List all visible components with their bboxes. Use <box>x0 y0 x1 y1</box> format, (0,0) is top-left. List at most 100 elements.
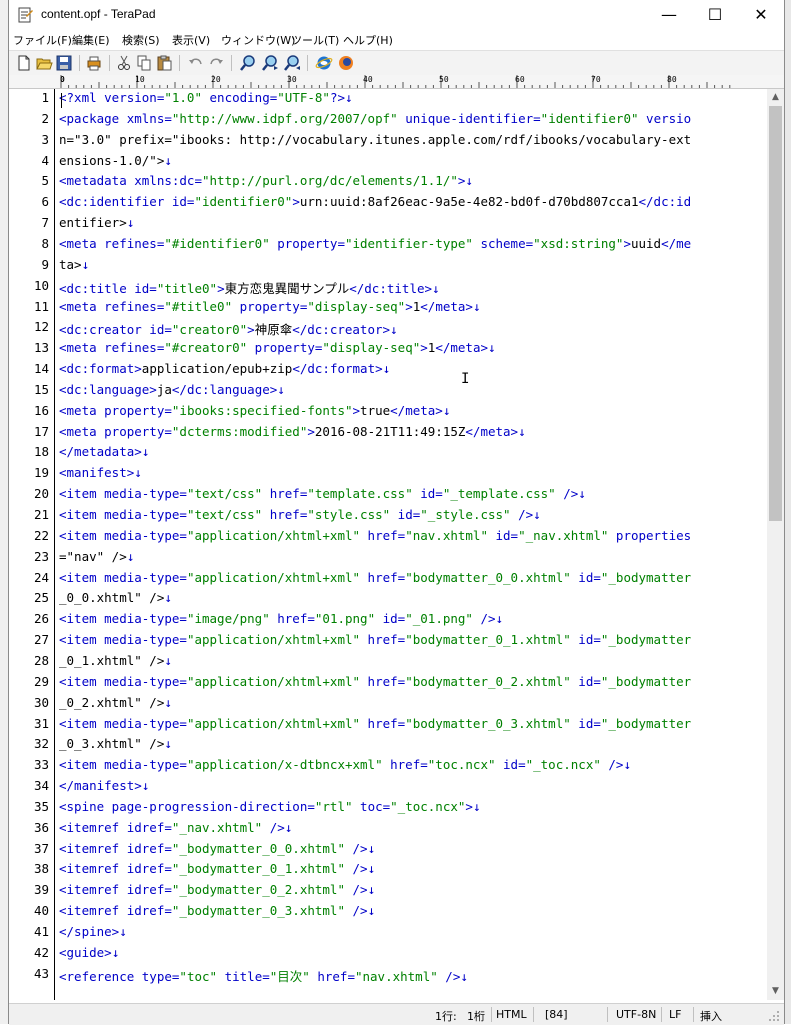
maximize-button[interactable]: ☐ <box>692 0 738 30</box>
ruler-ticks <box>60 75 731 88</box>
ruler-label: 70 <box>591 75 601 84</box>
code-line: <dc:title id="title0">東方恋鬼異聞サンプル</dc:tit… <box>59 280 440 296</box>
code-line: <item media-type="image/png" href="01.pn… <box>59 611 504 627</box>
code-line: <itemref idref="_bodymatter_0_3.xhtml" /… <box>59 903 376 919</box>
line-number: 17 <box>33 423 49 439</box>
line-number: 8 <box>41 235 49 251</box>
menu-help[interactable]: ヘルプ(H) <box>343 32 393 48</box>
cut-icon[interactable] <box>115 54 133 72</box>
menu-edit[interactable]: 編集(E) <box>72 32 110 48</box>
code-line: </metadata>↓ <box>59 444 150 460</box>
line-number: 37 <box>33 840 49 856</box>
code-line: <meta refines="#creator0" property="disp… <box>59 340 496 356</box>
line-number: 39 <box>33 882 49 898</box>
status-separator <box>533 1007 534 1022</box>
toolbar-separator <box>79 55 80 71</box>
browser-ie-icon[interactable] <box>315 54 333 72</box>
open-folder-icon[interactable] <box>35 54 53 72</box>
line-number: 28 <box>33 652 49 668</box>
code-line: <meta property="ibooks:specified-fonts">… <box>59 402 451 418</box>
code-line: <item media-type="application/xhtml+xml"… <box>59 527 692 543</box>
line-number: 11 <box>33 298 49 314</box>
status-separator <box>607 1007 608 1022</box>
line-number: 36 <box>33 819 49 835</box>
code-line: ="nav" />↓ <box>59 548 135 564</box>
menu-window[interactable]: ウィンドウ(W) <box>221 32 295 48</box>
code-line: <item media-type="application/xhtml+xml"… <box>59 632 692 648</box>
new-file-icon[interactable] <box>15 54 33 72</box>
status-encoding: UTF-8N <box>616 1008 657 1021</box>
find-prev-icon[interactable] <box>283 54 301 72</box>
line-number: 34 <box>33 778 49 794</box>
ruler-label: 20 <box>211 75 221 84</box>
code-line: <spine page-progression-direction="rtl" … <box>59 798 481 814</box>
copy-icon[interactable] <box>135 54 153 72</box>
line-number: 40 <box>33 903 49 919</box>
line-number: 26 <box>33 611 49 627</box>
status-bar: 1行: 1桁 HTML [84] UTF-8N LF 挿入 <box>9 1003 784 1025</box>
text-caret <box>61 93 62 108</box>
menu-file[interactable]: ファイル(F) <box>13 32 72 48</box>
gutter-divider <box>54 89 55 1000</box>
paste-icon[interactable] <box>155 54 173 72</box>
code-line: ta>↓ <box>59 256 90 272</box>
line-number: 14 <box>33 361 49 377</box>
text-editor[interactable]: 1 2 3 4 5 6 7 8 9 10 11 12 13 14 15 16 17 18 19 20 21 22 23 24 2… <box>9 89 767 1000</box>
menu-view[interactable]: 表示(V) <box>172 32 210 48</box>
code-line: <item media-type="text/css" href="style.… <box>59 507 541 522</box>
ruler-label: 80 <box>667 75 677 84</box>
line-number: 38 <box>33 861 49 877</box>
ruler-label: 40 <box>363 75 373 84</box>
line-number: 35 <box>33 798 49 814</box>
print-icon[interactable] <box>85 54 103 72</box>
code-line: <itemref idref="_nav.xhtml" />↓ <box>59 819 293 835</box>
line-number: 6 <box>41 194 49 210</box>
line-number: 4 <box>41 152 49 168</box>
ibeam-cursor-icon: I <box>461 371 470 387</box>
ruler-label: 30 <box>287 75 297 84</box>
menu-tools[interactable]: ツール(T) <box>291 32 339 48</box>
code-line: entifier>↓ <box>59 215 135 231</box>
code-line: _0_1.xhtml" />↓ <box>59 652 172 668</box>
status-insert-mode: 挿入 <box>700 1010 722 1023</box>
code-line: <manifest>↓ <box>59 465 142 481</box>
scroll-up-arrow-icon[interactable]: ▲ <box>767 89 784 106</box>
line-number: 24 <box>33 569 49 585</box>
line-number: 41 <box>33 924 49 939</box>
toolbar-separator <box>179 55 180 71</box>
line-number: 18 <box>33 444 49 460</box>
find-icon[interactable] <box>239 54 257 72</box>
vertical-scrollbar[interactable]: ▲ ▼ <box>767 89 784 1000</box>
resize-grip-icon[interactable] <box>768 1010 780 1022</box>
code-line: <item media-type="application/xhtml+xml"… <box>59 569 692 585</box>
line-number: 12 <box>33 319 49 335</box>
line-number: 16 <box>33 402 49 418</box>
code-line: <dc:language>ja</dc:language>↓ <box>59 381 285 397</box>
scroll-down-arrow-icon[interactable]: ▼ <box>767 983 784 1000</box>
minimize-button[interactable]: — <box>646 0 692 30</box>
line-number: 43 <box>33 965 49 981</box>
line-number: 9 <box>41 256 49 272</box>
undo-icon[interactable] <box>187 54 205 72</box>
ruler-label: 50 <box>439 75 449 84</box>
find-next-icon[interactable] <box>261 54 279 72</box>
scrollbar-thumb[interactable] <box>769 106 782 521</box>
code-line: <dc:format>application/epub+zip</dc:form… <box>59 361 391 377</box>
save-icon[interactable] <box>55 54 73 72</box>
code-line: <?xml version="1.0" encoding="UTF-8"?>↓ <box>59 90 353 105</box>
line-number: 29 <box>33 673 49 689</box>
code-line: <metadata xmlns:dc="http://purl.org/dc/e… <box>59 173 473 189</box>
code-line: n="3.0" prefix="ibooks: http://vocabular… <box>59 131 692 147</box>
line-number: 27 <box>33 632 49 648</box>
title-bar[interactable]: content.opf - TeraPad — ☐ ✕ <box>9 0 784 30</box>
code-line: <item media-type="text/css" href="templa… <box>59 486 586 502</box>
status-separator <box>491 1007 492 1022</box>
menu-search[interactable]: 検索(S) <box>122 32 160 48</box>
browser-firefox-icon[interactable] <box>337 54 355 72</box>
close-button[interactable]: ✕ <box>738 0 784 30</box>
ruler-label: 10 <box>135 75 145 84</box>
code-line: <item media-type="application/xhtml+xml"… <box>59 715 692 731</box>
code-line: <guide>↓ <box>59 944 120 960</box>
status-separator <box>693 1007 694 1022</box>
redo-icon[interactable] <box>207 54 225 72</box>
